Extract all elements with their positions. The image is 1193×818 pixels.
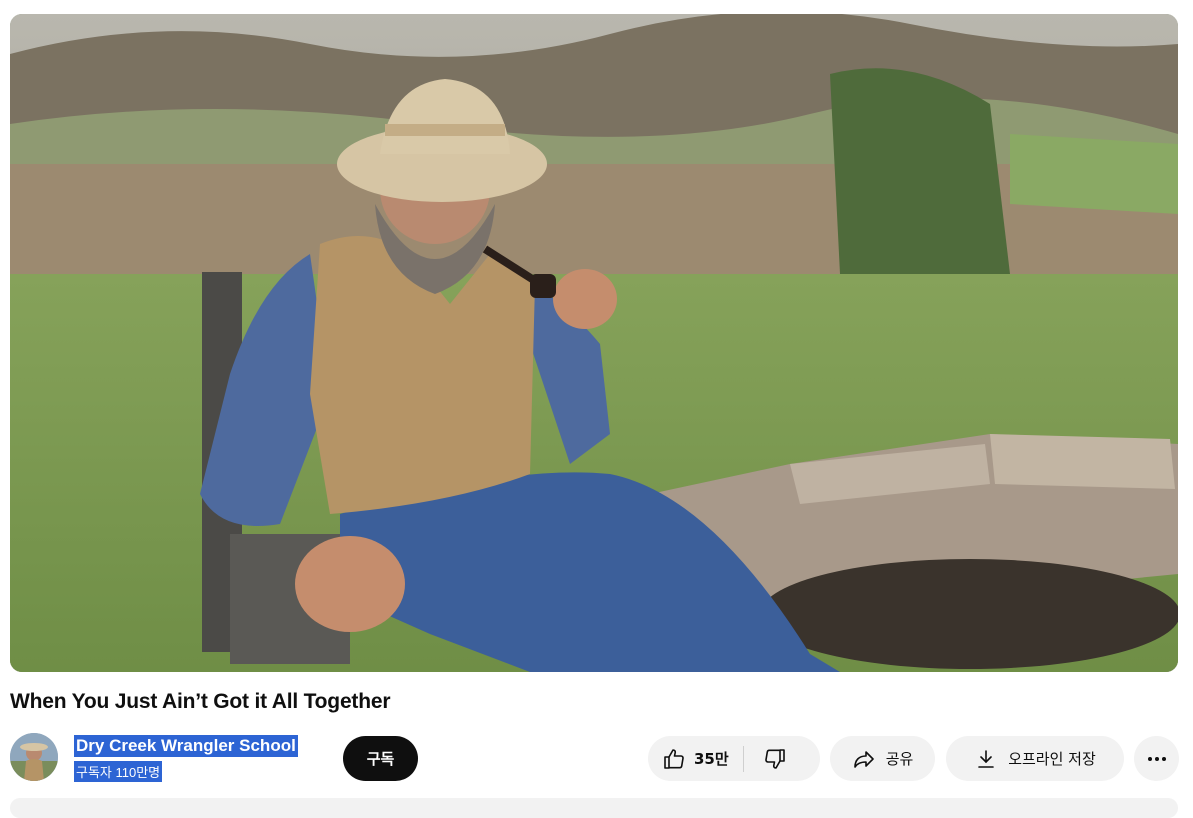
more-actions-button[interactable]	[1134, 736, 1179, 781]
share-label: 공유	[885, 750, 914, 768]
thumbs-down-icon	[763, 747, 787, 771]
like-button[interactable]: 35만	[648, 736, 743, 781]
thumbs-up-icon	[662, 747, 686, 771]
subscriber-count: 구독자 110만명	[74, 761, 163, 782]
video-title: When You Just Ain’t Got it All Together	[10, 690, 391, 713]
download-icon	[974, 747, 998, 771]
subscribe-button[interactable]: 구독	[343, 736, 418, 781]
like-count: 35만	[694, 750, 729, 768]
description-box-edge	[10, 798, 1178, 818]
video-frame	[10, 14, 1178, 672]
more-horizontal-icon	[1145, 747, 1169, 771]
avatar-image	[10, 733, 58, 781]
share-arrow-icon	[852, 747, 876, 771]
download-label: 오프라인 저장	[1008, 750, 1096, 768]
video-player[interactable]	[10, 14, 1178, 672]
like-dislike-group: 35만	[648, 736, 820, 781]
channel-name[interactable]: Dry Creek Wrangler School	[74, 735, 298, 757]
dislike-button[interactable]	[744, 736, 806, 781]
channel-avatar[interactable]	[10, 733, 58, 781]
download-button[interactable]: 오프라인 저장	[946, 736, 1124, 781]
share-button[interactable]: 공유	[830, 736, 935, 781]
